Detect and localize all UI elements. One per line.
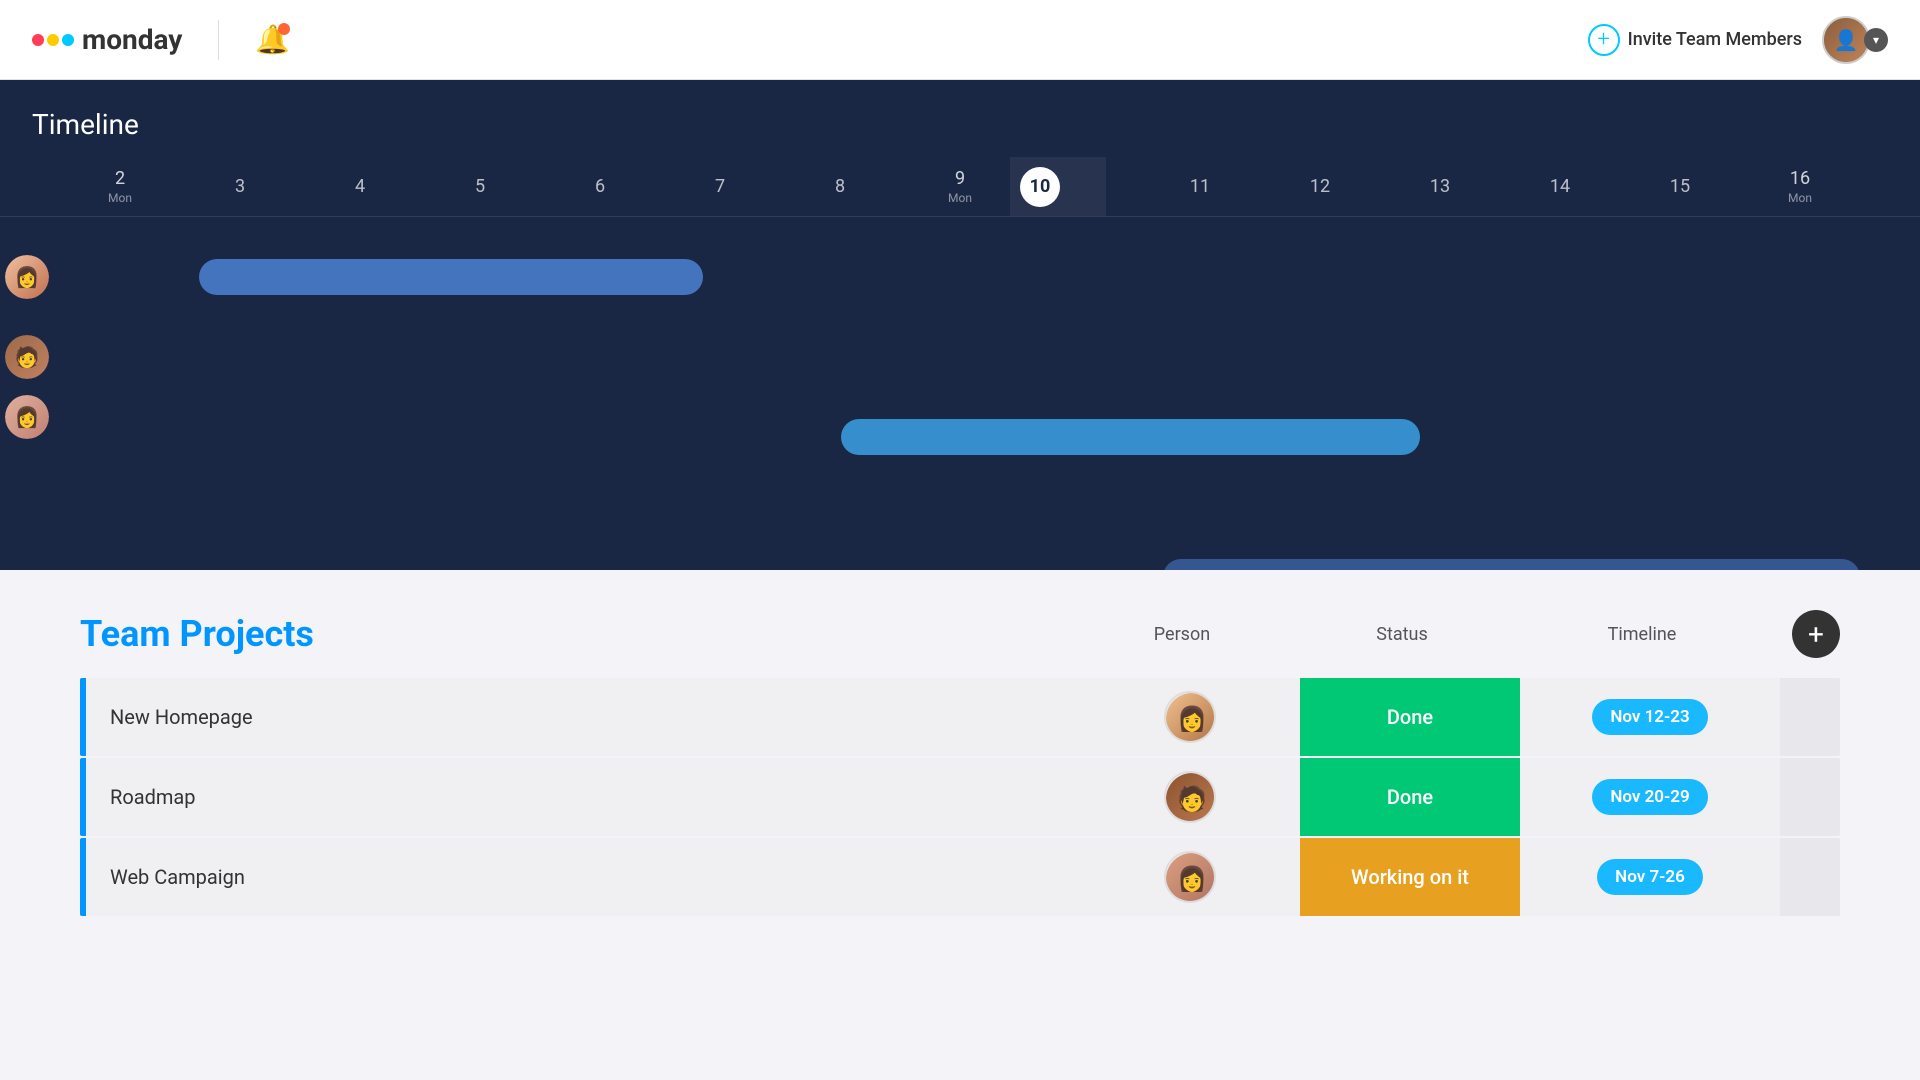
project-table: New Homepage 👩 Done Nov 12-23 Roadmap [80, 678, 1840, 916]
logo-text: monday [82, 23, 182, 56]
user-avatar: 👤 [1822, 16, 1870, 64]
timeline-avatar-1: 👩 [5, 255, 49, 299]
timeline-avatar-2: 🧑 [5, 335, 49, 379]
table-row: Web Campaign 👩 Working on it Nov 7-26 [80, 838, 1840, 916]
gantt-bar-1[interactable] [199, 259, 703, 295]
gantt-bar-3[interactable] [1163, 559, 1860, 570]
row-action-3 [1780, 838, 1840, 916]
header-divider [218, 20, 219, 60]
table-row: Roadmap 🧑 Done Nov 20-29 [80, 758, 1840, 836]
app-header: monday 🔔 + Invite Team Members 👤 ▾ [0, 0, 1920, 80]
status-badge-done: Done [1300, 678, 1520, 756]
timeline-cell-3: Nov 7-26 [1520, 838, 1780, 916]
timeline-pill-3[interactable]: Nov 7-26 [1597, 859, 1703, 895]
row-person-cell: 👩 [1080, 678, 1300, 756]
person-avatar-1: 👩 [1164, 691, 1216, 743]
date-col-5: 5 [420, 176, 540, 197]
col-header-timeline: Timeline [1512, 624, 1772, 645]
invite-plus-icon: + [1588, 24, 1620, 56]
date-col-8: 8 [780, 176, 900, 197]
row-action-2 [1780, 758, 1840, 836]
logo-dot-blue [62, 34, 74, 46]
person-avatar-3: 👩 [1164, 851, 1216, 903]
invite-team-button[interactable]: + Invite Team Members [1588, 24, 1802, 56]
table-title: Team Projects [80, 613, 1072, 655]
header-right: + Invite Team Members 👤 ▾ [1588, 16, 1888, 64]
logo-area: monday 🔔 [32, 20, 290, 60]
date-col-16: 16 Mon [1740, 168, 1860, 205]
date-col-7: 7 [660, 176, 780, 197]
status-cell-1[interactable]: Done [1300, 678, 1520, 756]
today-circle: 10 [1020, 167, 1060, 207]
status-cell-3[interactable]: Working on it [1300, 838, 1520, 916]
col-header-status: Status [1292, 624, 1512, 645]
date-col-13: 13 [1380, 176, 1500, 197]
table-row: New Homepage 👩 Done Nov 12-23 [80, 678, 1840, 756]
timeline-pill-1[interactable]: Nov 12-23 [1592, 699, 1707, 735]
notifications-button[interactable]: 🔔 [255, 23, 290, 56]
timeline-section: Timeline 2 Mon 3 4 5 6 7 8 9 Mon 10 11 1… [0, 80, 1920, 570]
status-cell-2[interactable]: Done [1300, 758, 1520, 836]
date-col-14: 14 [1500, 176, 1620, 197]
row-person-cell: 👩 [1080, 838, 1300, 916]
logo-dot-red [32, 34, 44, 46]
date-col-6: 6 [540, 176, 660, 197]
column-headers: Person Status Timeline + [1072, 610, 1840, 658]
projects-table-section: Team Projects Person Status Timeline + N… [0, 570, 1920, 916]
date-col-9: 9 Mon [900, 168, 1020, 205]
date-col-15: 15 [1620, 176, 1740, 197]
date-header: 2 Mon 3 4 5 6 7 8 9 Mon 10 11 12 13 14 1… [0, 157, 1920, 217]
invite-label: Invite Team Members [1628, 29, 1802, 50]
row-action-1 [1780, 678, 1840, 756]
date-col-4: 4 [300, 176, 420, 197]
timeline-bars: 👩 🧑 👩 [0, 217, 1920, 557]
timeline-row-3: 👩 [60, 377, 1860, 457]
date-col-10-today: 10 [1020, 167, 1140, 207]
logo-dot-yellow [47, 34, 59, 46]
user-avatar-img: 👤 [1824, 18, 1868, 62]
timeline-avatar-3: 👩 [5, 395, 49, 439]
status-badge-working: Working on it [1300, 838, 1520, 916]
person-avatar-2: 🧑 [1164, 771, 1216, 823]
user-menu[interactable]: 👤 ▾ [1822, 16, 1888, 64]
table-header: Team Projects Person Status Timeline + [80, 610, 1840, 658]
project-name: Roadmap [86, 758, 1080, 836]
timeline-pill-2[interactable]: Nov 20-29 [1592, 779, 1707, 815]
status-badge-done-2: Done [1300, 758, 1520, 836]
timeline-title: Timeline [0, 80, 1920, 157]
date-col-3: 3 [180, 176, 300, 197]
logo: monday [32, 23, 182, 56]
timeline-cell-1: Nov 12-23 [1520, 678, 1780, 756]
date-col-2: 2 Mon [60, 168, 180, 205]
logo-dots [32, 34, 74, 46]
project-name: Web Campaign [86, 838, 1080, 916]
col-header-person: Person [1072, 624, 1292, 645]
date-col-11: 11 [1140, 176, 1260, 197]
user-menu-chevron[interactable]: ▾ [1864, 28, 1888, 52]
date-col-12: 12 [1260, 176, 1380, 197]
timeline-row-1: 👩 [60, 237, 1860, 317]
add-row-button[interactable]: + [1792, 610, 1840, 658]
timeline-cell-2: Nov 20-29 [1520, 758, 1780, 836]
row-person-cell: 🧑 [1080, 758, 1300, 836]
project-name: New Homepage [86, 678, 1080, 756]
